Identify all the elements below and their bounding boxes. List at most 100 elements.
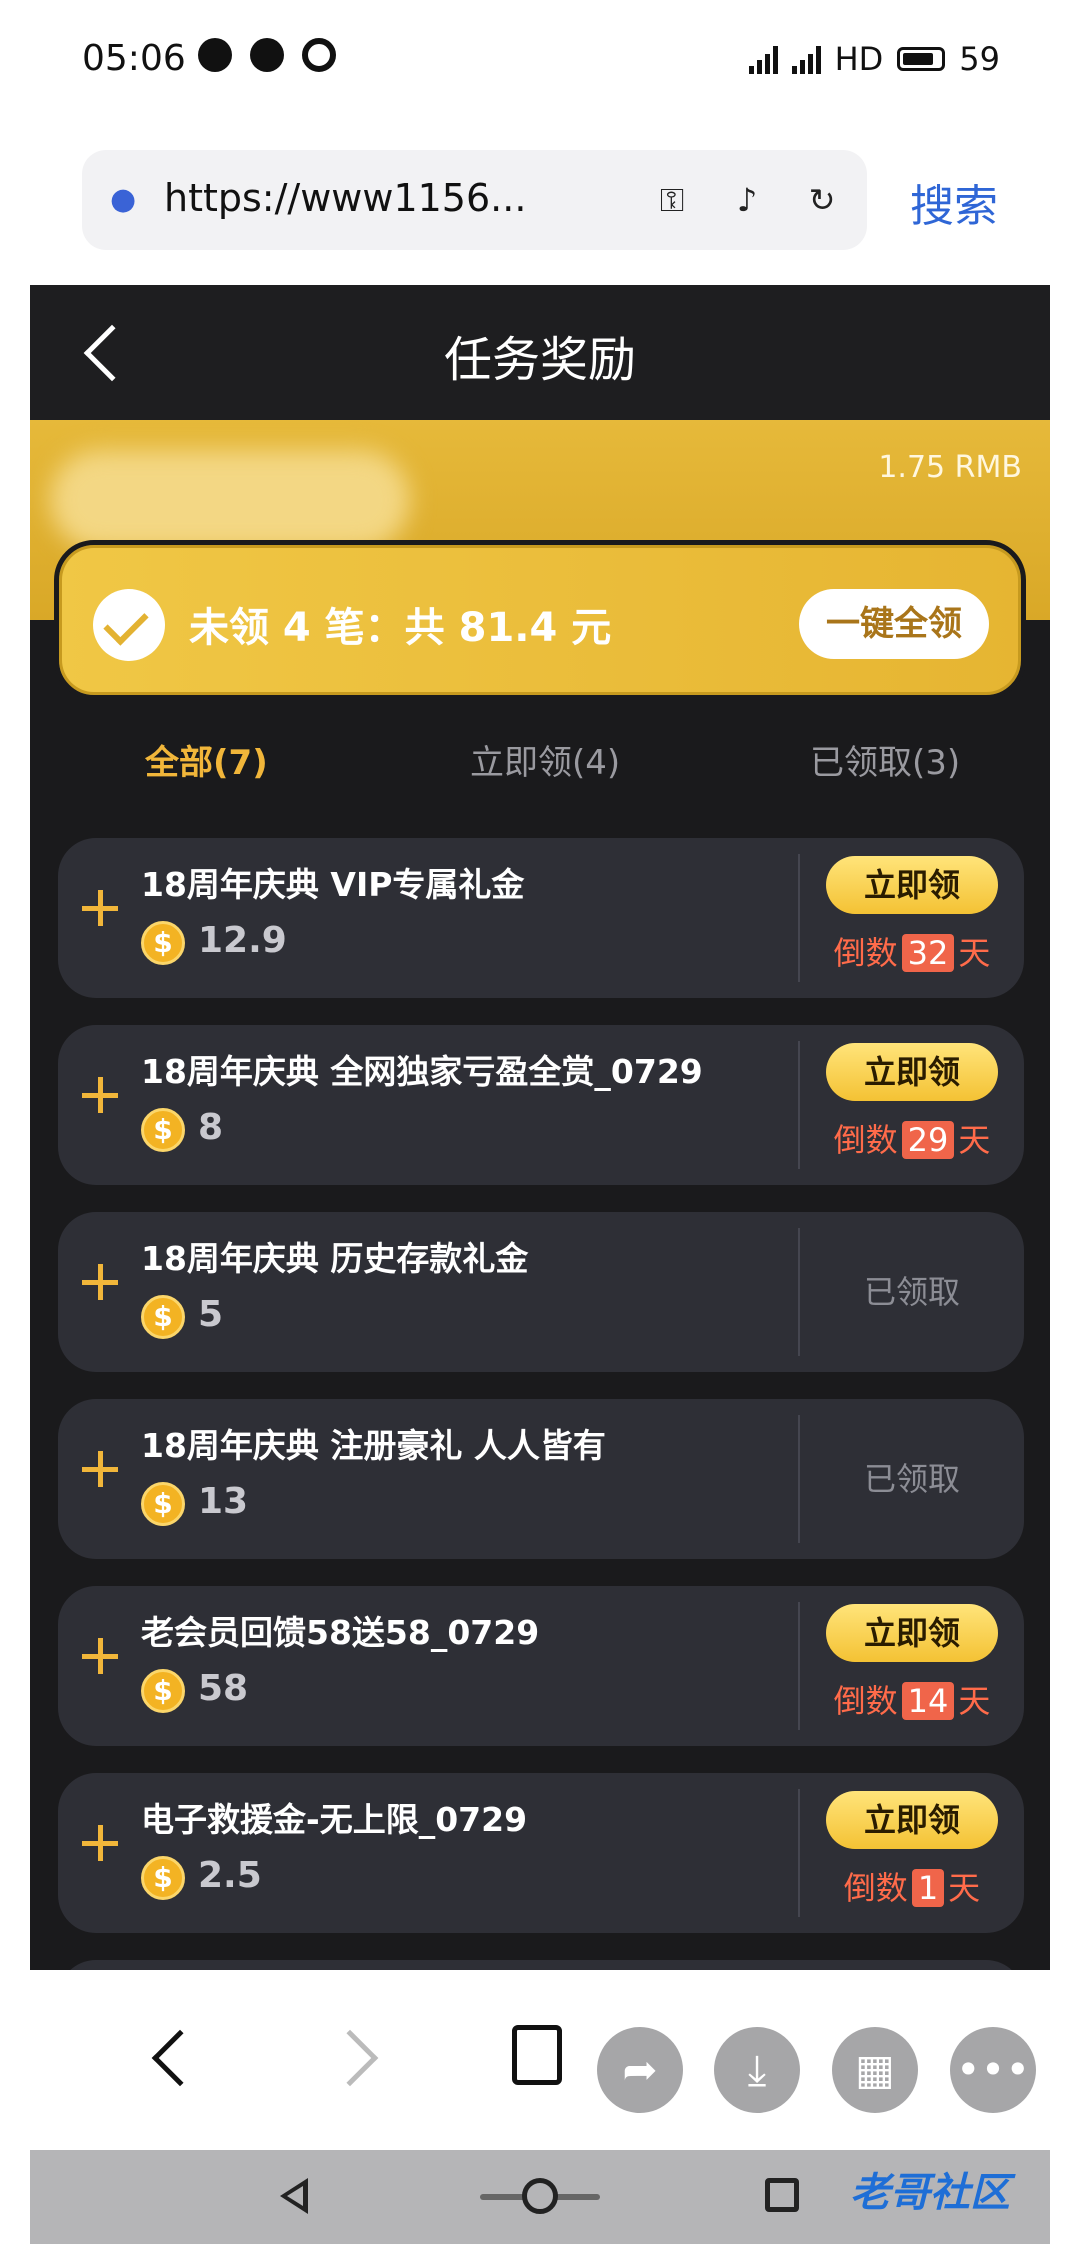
received-label: 已领取 [863,1460,960,1498]
coin-icon: $ [141,1295,185,1339]
claim-button[interactable]: 立即领 [826,1043,998,1101]
task-title: 老会员回馈58送58_0729 [141,1613,540,1652]
nav-home-icon[interactable] [522,2178,558,2214]
countdown-prefix: 倒数 [843,1869,908,1907]
task-title: 18周年庆典 历史存款礼金 [141,1239,529,1278]
coin-icon: $ [141,1856,185,1900]
claim-button[interactable]: 立即领 [826,1604,998,1662]
expand-icon[interactable] [80,1636,120,1676]
task-list: 18周年庆典 VIP专属礼金 $ 12.9 立即领 倒数 32 天 18周年庆典 全… [58,838,1024,1970]
countdown-prefix: 倒数 [833,934,898,972]
task-amount: 13 [198,1481,249,1522]
hd-indicator: HD [834,40,884,78]
tab-all[interactable]: 全部(7) [145,735,268,784]
notification-icons [198,38,336,72]
task-title: 18周年庆典 注册豪礼 人人皆有 [141,1426,606,1465]
task-title: 18周年庆典 VIP专属礼金 [141,865,525,904]
countdown-prefix: 倒数 [833,1121,898,1159]
countdown-suffix: 天 [958,1121,991,1159]
battery-icon [897,47,946,71]
countdown-days: 29 [901,1121,955,1159]
frame-edge [0,0,30,2150]
expand-icon[interactable] [80,1262,120,1302]
screen: 05:06 HD 59 ● https://www1156... ⚿ ♪ ↻ 搜… [0,0,1080,2244]
microphone-icon[interactable]: ♪ [727,180,767,220]
check-icon [93,589,165,661]
claim-button[interactable]: 立即领 [826,856,998,914]
claim-all-button[interactable]: 一键全领 [799,589,989,659]
weather-icon [198,38,232,72]
browser-back-icon[interactable] [151,2029,209,2087]
browser-forward-icon[interactable] [321,2029,379,2087]
share-icon[interactable] [512,2025,562,2085]
download-icon[interactable]: ⤓ [714,2027,800,2113]
task-amount: 58 [198,1668,249,1709]
chat-icon [250,38,284,72]
refresh-icon[interactable]: ↻ [802,180,842,220]
page-title: 任务奖励 [443,332,636,388]
divider [798,1602,800,1730]
battery-level: 59 [959,40,1000,78]
web-page: 任务奖励 1.75 RMB 未领 4 笔：共 81.4 元 一键全领 全部(7)… [30,285,1050,1970]
task-card: 老会员回馈58送58_0729 $ 58 立即领 倒数 14 天 [58,1586,1024,1746]
unclaimed-banner: 未领 4 笔：共 81.4 元 一键全领 [54,540,1026,700]
signal-icon [791,44,821,74]
tab-received[interactable]: 已领取(3) [810,735,960,784]
status-bar: 05:06 HD 59 [30,0,1050,125]
task-card: 18周年庆典 VIP专属礼金 $ 12.9 立即领 倒数 32 天 [58,838,1024,998]
watermark: 老哥社区 [850,2170,1010,2216]
divider [798,854,800,982]
received-label: 已领取 [863,1273,960,1311]
task-card: 18周年庆典 注册豪礼 人人皆有 $ 13 已领取 [58,1399,1024,1559]
task-card: 18周年庆典 历史存款礼金 $ 5 已领取 [58,1212,1024,1372]
apps-grid-icon[interactable]: ▦ [832,2027,918,2113]
filter-tabs: 全部(7) 立即领(4) 已领取(3) [30,735,1050,805]
countdown-days: 1 [911,1869,945,1907]
page-header: 任务奖励 [30,285,1050,420]
task-amount: 2.5 [198,1855,262,1896]
more-icon[interactable]: ••• [950,2027,1036,2113]
forward-share-icon[interactable]: ➦ [597,2027,683,2113]
browser-logo-icon: ● [110,182,137,217]
coin-icon: $ [141,1482,185,1526]
expand-icon[interactable] [80,888,120,928]
blurred-username [50,450,410,550]
countdown-prefix: 倒数 [833,1682,898,1720]
task-card: 18周年庆典 全网独家亏盈全赏_0729 $ 8 立即领 倒数 29 天 [58,1025,1024,1185]
expand-icon[interactable] [80,1075,120,1115]
countdown: 倒数 14 天 [826,1676,998,1722]
claim-button[interactable]: 立即领 [826,1791,998,1849]
coin-icon: $ [141,1108,185,1152]
nav-recents-icon[interactable] [765,2178,799,2212]
countdown-days: 32 [901,934,955,972]
frame-edge [1050,0,1080,2150]
search-button[interactable]: 搜索 [910,170,998,234]
system-indicators: HD 59 [748,40,1000,78]
nav-back-icon[interactable] [280,2178,308,2214]
address-bar[interactable]: ● https://www1156... ⚿ ♪ ↻ [82,150,867,250]
expand-icon[interactable] [80,1823,120,1863]
task-amount: 12.9 [198,920,287,961]
lock-icon[interactable]: ⚿ [652,180,692,220]
countdown-days: 14 [901,1682,955,1720]
tab-claimable[interactable]: 立即领(4) [470,735,620,784]
coin-icon: $ [141,921,185,965]
task-card: 电子救援金-无上限_0729 $ 2.5 立即领 倒数 1 天 [58,1773,1024,1933]
countdown: 倒数 32 天 [826,928,998,974]
unclaimed-summary: 未领 4 笔：共 81.4 元 [189,605,612,651]
countdown-suffix: 天 [958,934,991,972]
divider [798,1789,800,1917]
url-text[interactable]: https://www1156... [164,176,526,220]
countdown-suffix: 天 [958,1682,991,1720]
signal-icon [748,44,778,74]
balance: 1.75 RMB [878,450,1022,485]
countdown-suffix: 天 [948,1869,981,1907]
task-title: 18周年庆典 全网独家亏盈全赏_0729 [141,1052,703,1091]
expand-icon[interactable] [80,1449,120,1489]
divider [798,1041,800,1169]
task-amount: 8 [198,1107,224,1148]
browser-toolbar: ➦ ⤓ ▦ ••• [30,1970,1050,2150]
task-title: 电子救援金-无上限_0729 [141,1800,528,1839]
task-amount: 5 [198,1294,224,1335]
task-card-partial [58,1960,1024,1970]
